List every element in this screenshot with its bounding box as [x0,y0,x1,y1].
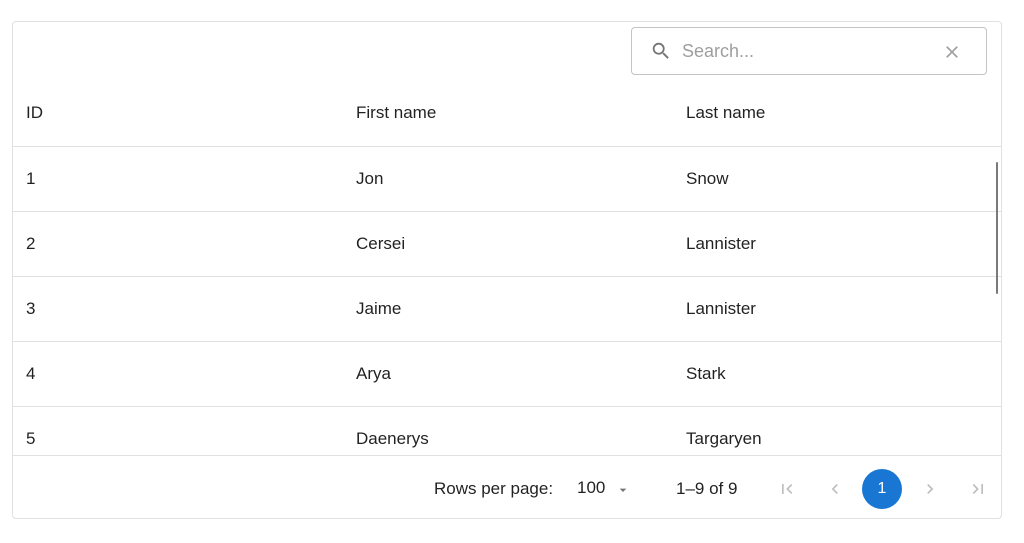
column-header-id[interactable]: ID [26,103,43,123]
rows-per-page-value: 100 [577,478,606,497]
dropdown-arrow-icon [619,488,627,492]
cell-last-name: Targaryen [686,429,762,448]
column-header-first-name[interactable]: First name [356,103,436,123]
column-header-last-name[interactable]: Last name [686,103,765,123]
column-header-row: ID First name Last name [13,82,1001,147]
grid-body: 1 Jon Snow 2 Cersei Lannister 3 Jaime La… [13,147,1001,455]
rows-per-page-label: Rows per page: [434,479,554,498]
data-grid: ID First name Last name 1 Jon Snow 2 Cer… [12,21,1002,519]
chevron-left-icon [831,484,838,494]
table-row[interactable]: 5 Daenerys Targaryen [13,407,1001,455]
cell-first-name: Daenerys [356,429,429,448]
previous-page-button[interactable] [815,469,855,509]
next-page-button[interactable] [910,469,950,509]
rows-per-page-select[interactable]: 100 [575,476,635,502]
pagination-range: 1–9 of 9 [676,479,738,498]
search-input[interactable] [682,36,932,66]
table-row[interactable]: 1 Jon Snow [13,147,1001,212]
search-field[interactable] [631,27,987,75]
cell-last-name: Lannister [686,234,756,253]
cell-last-name: Stark [686,364,726,383]
clear-icon[interactable] [942,42,962,62]
cell-id: 3 [26,299,36,318]
cell-id: 2 [26,234,36,253]
cell-first-name: Jaime [356,299,402,318]
cell-id: 5 [26,429,36,448]
grid-toolbar [13,22,1001,82]
table-row[interactable]: 3 Jaime Lannister [13,277,1001,342]
cell-first-name: Jon [356,169,384,188]
last-page-icon [972,484,983,494]
table-row[interactable]: 4 Arya Stark [13,342,1001,407]
page-button-current[interactable]: 1 [862,469,902,509]
chevron-right-icon [927,484,934,494]
search-icon [652,42,669,59]
cell-id: 4 [26,364,36,383]
last-page-button[interactable] [958,469,998,509]
cell-first-name: Arya [356,364,391,383]
first-page-icon [782,484,793,494]
table-row[interactable]: 2 Cersei Lannister [13,212,1001,277]
grid-footer: Rows per page: 100 1–9 of 9 1 [13,455,1001,518]
cell-first-name: Cersei [356,234,406,253]
vertical-scrollbar[interactable] [996,162,998,294]
first-page-button[interactable] [767,469,807,509]
cell-last-name: Snow [686,169,729,188]
cell-id: 1 [26,169,36,188]
cell-last-name: Lannister [686,299,756,318]
